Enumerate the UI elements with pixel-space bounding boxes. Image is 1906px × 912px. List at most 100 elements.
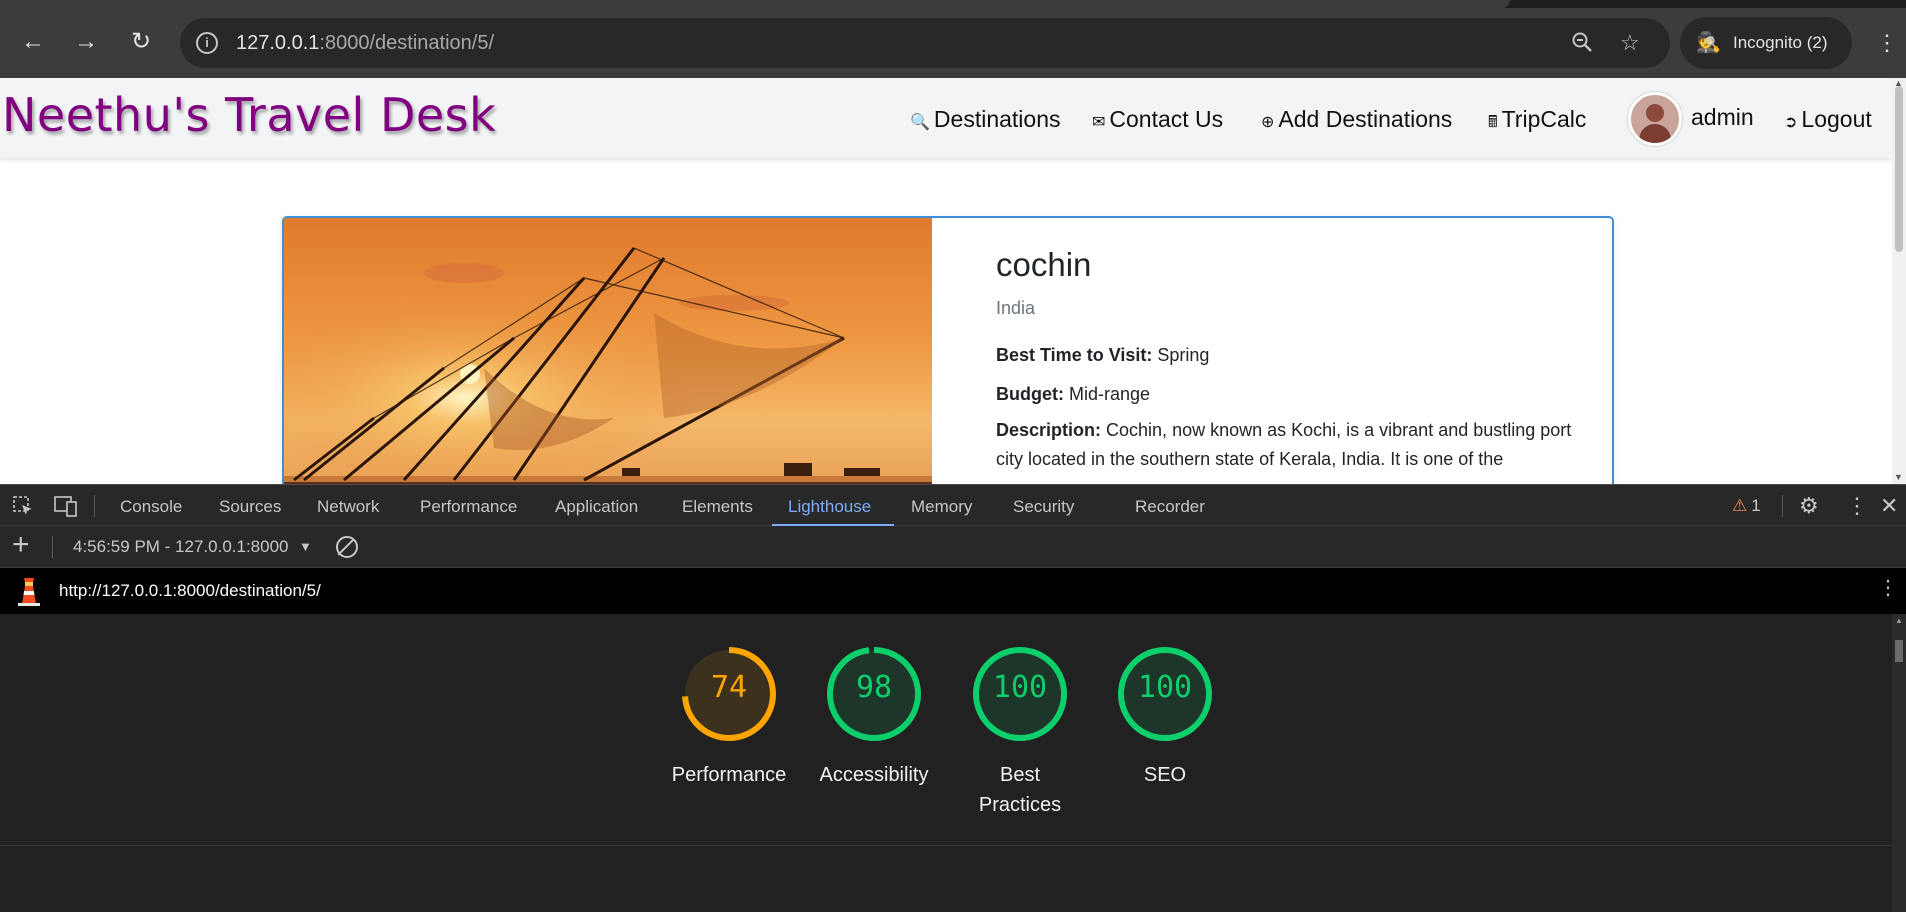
tab-performance[interactable]: Performance xyxy=(420,497,517,517)
gauge-label: Best Practices xyxy=(978,764,1062,816)
device-toolbar-icon[interactable] xyxy=(54,495,78,522)
destination-country: India xyxy=(996,298,1036,318)
site-info-icon[interactable]: i xyxy=(196,32,218,54)
destination-card: cochin India Best Time to Visit: Spring … xyxy=(282,216,1614,484)
nav-label: Add Destinations xyxy=(1278,106,1453,132)
warning-icon: ⚠ xyxy=(1732,496,1748,515)
address-url[interactable]: 127.0.0.1:8000/destination/5/ xyxy=(236,32,494,55)
scrollbar-thumb[interactable] xyxy=(1895,86,1903,252)
tab-elements[interactable]: Elements xyxy=(682,497,753,517)
calculator-icon: 🖩 xyxy=(1488,114,1498,131)
gauge-best-practices[interactable]: 100 Best Practices xyxy=(950,644,1090,820)
description-label: Description: xyxy=(996,420,1102,440)
nav-contact-us[interactable]: ✉ Contact Us xyxy=(1092,106,1223,133)
lighthouse-toolbar: + 4:56:59 PM - 127.0.0.1:8000 ▼ xyxy=(0,526,1906,568)
url-path: :8000/destination/5/ xyxy=(319,32,495,54)
tab-strip xyxy=(0,0,1906,8)
search-icon: 🔍 xyxy=(910,114,930,131)
bookmark-star-icon[interactable]: ☆ xyxy=(1620,30,1640,56)
report-menu-icon[interactable]: ⋮ xyxy=(1878,578,1898,598)
envelope-icon: ✉ xyxy=(1092,114,1106,131)
report-url: http://127.0.0.1:8000/destination/5/ xyxy=(59,581,321,600)
toolbar-separator xyxy=(52,536,53,558)
scroll-up-icon[interactable]: ▲ xyxy=(1895,616,1903,625)
report-scrollbar[interactable]: ▲ xyxy=(1892,614,1906,912)
tab-memory[interactable]: Memory xyxy=(911,497,972,517)
nav-label: Logout xyxy=(1801,106,1872,132)
tab-separator xyxy=(1782,495,1783,517)
tab-application[interactable]: Application xyxy=(555,497,638,517)
new-report-icon[interactable]: + xyxy=(12,530,30,560)
avatar-body xyxy=(1639,124,1671,143)
gauge-label: SEO xyxy=(1143,764,1187,786)
gauge-score: 100 xyxy=(1137,670,1193,705)
nav-label: Destinations xyxy=(933,106,1061,132)
gauge-accessibility[interactable]: 98 Accessibility xyxy=(804,644,944,790)
url-host: 127.0.0.1 xyxy=(236,32,320,54)
devtools-tabbar: Console Sources Network Performance Appl… xyxy=(0,484,1906,527)
report-divider xyxy=(0,845,1892,846)
gauge-seo[interactable]: 100 SEO xyxy=(1095,644,1235,790)
tab-separator xyxy=(94,495,95,517)
chevron-down-icon[interactable]: ▼ xyxy=(299,539,312,554)
clear-reports-icon[interactable] xyxy=(336,536,358,558)
settings-gear-icon[interactable]: ⚙ xyxy=(1799,493,1819,519)
destination-title: cochin xyxy=(996,246,1092,283)
page-viewport: Neethu's Travel Desk 🔍 Destinations ✉ Cont… xyxy=(0,78,1906,484)
nav-destinations[interactable]: 🔍 Destinations xyxy=(910,106,1061,133)
lighthouse-report: 74 Performance 98 Accessibility 100 Best Prac… xyxy=(0,614,1906,912)
scrollbar-thumb[interactable] xyxy=(1895,640,1903,662)
close-icon[interactable]: ✕ xyxy=(1880,493,1898,519)
tab-recorder[interactable]: Recorder xyxy=(1135,497,1205,517)
gauge-score: 98 xyxy=(855,670,893,705)
best-time-value: Spring xyxy=(1157,345,1210,365)
incognito-indicator[interactable]: 🕵 Incognito (2) xyxy=(1680,17,1852,69)
avatar[interactable] xyxy=(1628,92,1682,146)
address-bar[interactable]: i 127.0.0.1:8000/destination/5/ ☆ xyxy=(180,18,1670,68)
best-time-label: Best Time to Visit: xyxy=(996,345,1153,365)
scroll-down-icon[interactable]: ▼ xyxy=(1894,472,1903,482)
warning-count: 1 xyxy=(1751,496,1761,515)
gauge-score: 74 xyxy=(710,670,748,705)
nav-label: TripCalc xyxy=(1501,106,1587,132)
zoom-icon[interactable] xyxy=(1570,30,1594,60)
gauge-performance[interactable]: 74 Performance xyxy=(659,644,799,790)
tab-network[interactable]: Network xyxy=(317,497,379,517)
site-brand[interactable]: Neethu's Travel Desk xyxy=(2,88,496,142)
budget-row: Budget: Mid-range xyxy=(996,384,1150,405)
reload-icon[interactable]: ↻ xyxy=(124,25,158,59)
tab-console[interactable]: Console xyxy=(120,497,182,517)
browser-toolbar: ← → ↻ i 127.0.0.1:8000/destination/5/ ☆ … xyxy=(0,8,1906,78)
tab-lighthouse[interactable]: Lighthouse xyxy=(788,497,871,517)
inspect-element-icon[interactable] xyxy=(12,495,34,522)
site-navbar: Neethu's Travel Desk 🔍 Destinations ✉ Cont… xyxy=(0,78,1892,158)
incognito-icon: 🕵 xyxy=(1696,32,1721,54)
lighthouse-logo-icon xyxy=(16,576,42,606)
budget-value: Mid-range xyxy=(1069,384,1151,404)
description-row: Description: Cochin, now known as Kochi,… xyxy=(996,416,1586,474)
gauge-label: Performance xyxy=(671,764,787,786)
active-tab-edge xyxy=(0,0,1510,8)
avatar-head xyxy=(1646,104,1664,122)
user-name[interactable]: admin xyxy=(1691,104,1754,131)
nav-add-destinations[interactable]: ⊕ Add Destinations xyxy=(1261,106,1452,133)
tab-security[interactable]: Security xyxy=(1013,497,1074,517)
forward-icon[interactable]: → xyxy=(69,25,103,59)
gauge-label: Accessibility xyxy=(819,764,929,786)
tab-sources[interactable]: Sources xyxy=(219,497,281,517)
gauge-score: 100 xyxy=(992,670,1048,705)
issues-counter[interactable]: ⚠ 1 xyxy=(1732,496,1761,516)
destination-photo xyxy=(284,218,932,484)
lighthouse-url-bar: http://127.0.0.1:8000/destination/5/ ⋮ xyxy=(0,568,1906,614)
nav-tripcalc[interactable]: 🖩 TripCalc xyxy=(1488,106,1586,138)
browser-menu-icon[interactable]: ⋮ xyxy=(1876,32,1898,54)
back-icon[interactable]: ← xyxy=(16,25,50,59)
page-scrollbar[interactable]: ▲ ▼ xyxy=(1892,78,1906,484)
plus-circle-icon: ⊕ xyxy=(1261,114,1275,131)
report-selector[interactable]: 4:56:59 PM - 127.0.0.1:8000 xyxy=(73,537,289,557)
nav-logout[interactable]: ➲ Logout xyxy=(1784,106,1872,133)
devtools-menu-icon[interactable]: ⋮ xyxy=(1846,493,1868,519)
logout-icon: ➲ xyxy=(1784,114,1798,131)
budget-label: Budget: xyxy=(996,384,1064,404)
incognito-label: Incognito (2) xyxy=(1733,33,1828,52)
